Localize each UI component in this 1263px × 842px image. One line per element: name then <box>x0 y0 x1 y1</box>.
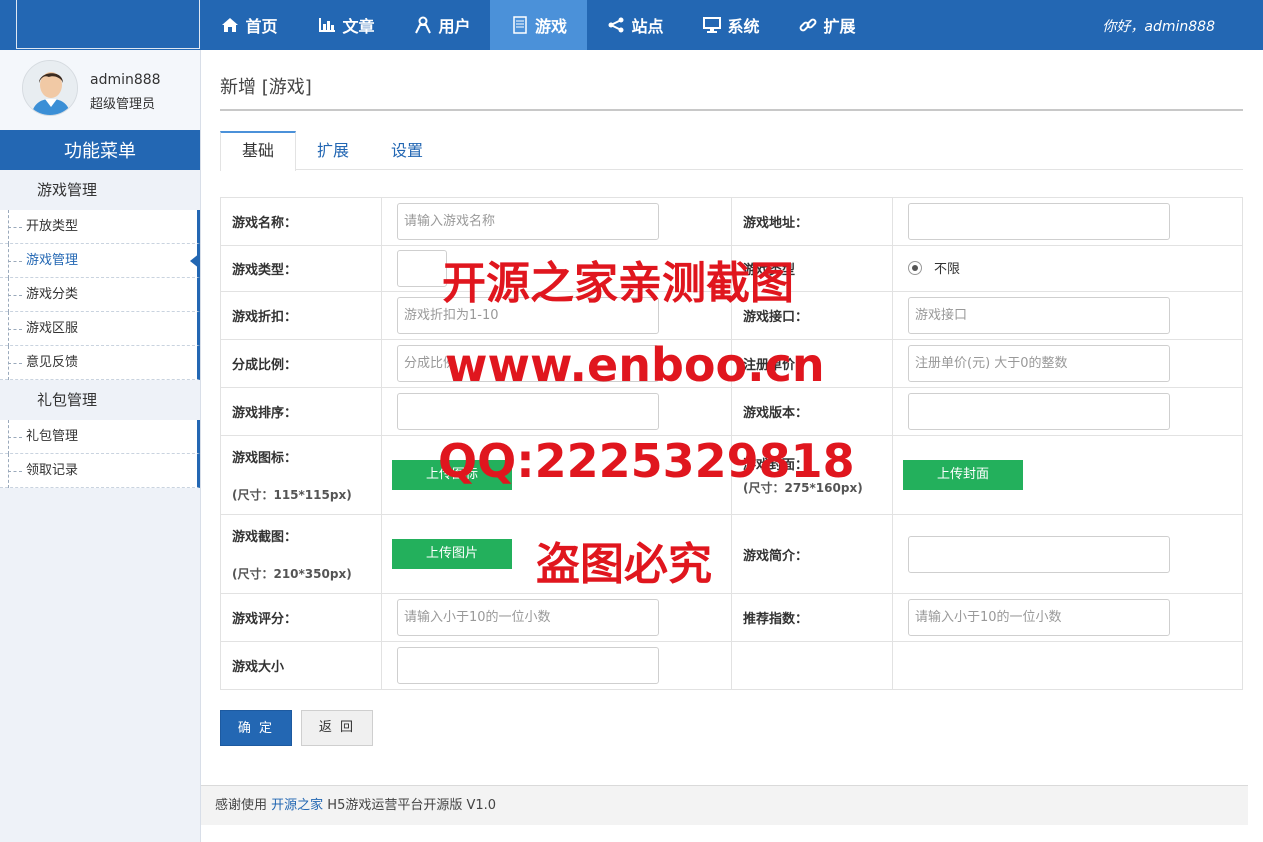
radio-label: 不限 <box>934 262 961 278</box>
page-title: 新增 [游戏] <box>220 77 312 98</box>
nav-sites[interactable]: 站点 <box>587 0 683 50</box>
share-icon <box>606 15 626 35</box>
menu-title: 功能菜单 <box>0 130 200 170</box>
size-hint: (尺寸：210*350px) <box>232 567 352 581</box>
user-icon <box>413 15 433 35</box>
nav-label: 用户 <box>438 17 471 36</box>
sidebar: admin888 超级管理员 功能菜单 游戏管理 开放类型 游戏管理 游戏分类 … <box>0 50 201 842</box>
nav-system[interactable]: 系统 <box>683 0 779 50</box>
nav-label: 首页 <box>245 17 278 36</box>
field-label: 分成比例： <box>220 339 382 388</box>
field-label: 游戏排序： <box>220 387 382 436</box>
tab-basic[interactable]: 基础 <box>220 131 297 171</box>
recommend-input[interactable]: 请输入小于10的一位小数 <box>908 599 1170 636</box>
user-greeting: 你好，admin888 <box>1102 16 1215 36</box>
sort-input[interactable] <box>397 393 659 430</box>
nav-users[interactable]: 用户 <box>394 0 490 50</box>
sidebar-item-open-type[interactable]: 开放类型 <box>0 210 200 244</box>
tab-settings[interactable]: 设置 <box>370 131 444 170</box>
main-nav: 首页 文章 用户 游戏 站点 系统 扩展 <box>200 0 875 50</box>
greeting-username[interactable]: admin888 <box>1144 19 1215 35</box>
reg-price-input[interactable]: 注册单价(元) 大于0的整数 <box>908 345 1170 382</box>
footer: 感谢使用 开源之家 H5游戏运营平台开源版 V1.0 <box>201 785 1248 825</box>
watermark-line-2: www.enboo.cn <box>445 338 825 392</box>
sidebar-item-game-server[interactable]: 游戏区服 <box>0 312 200 346</box>
footer-suffix: H5游戏运营平台开源版 V1.0 <box>323 798 497 813</box>
nav-label: 站点 <box>631 17 664 36</box>
nav-extensions[interactable]: 扩展 <box>779 0 875 50</box>
score-input[interactable]: 请输入小于10的一位小数 <box>397 599 659 636</box>
home-icon <box>220 15 240 35</box>
field-label: 游戏图标： <box>232 451 298 466</box>
top-navbar: 首页 文章 用户 游戏 站点 系统 扩展 你好，admin888 <box>0 0 1263 50</box>
field-label: 推荐指数： <box>731 593 893 642</box>
back-button[interactable]: 返 回 <box>301 710 373 746</box>
nav-label: 系统 <box>727 17 760 36</box>
game-name-input[interactable]: 请输入游戏名称 <box>397 203 659 240</box>
watermark-line-3: QQ:2225329818 <box>438 434 855 488</box>
footer-link[interactable]: 开源之家 <box>271 798 323 813</box>
nav-label: 扩展 <box>823 17 856 36</box>
field-label: 游戏截图： <box>232 530 298 545</box>
sidebar-item-gift-manage[interactable]: 礼包管理 <box>0 420 200 454</box>
size-hint: (尺寸：115*115px) <box>232 488 352 502</box>
field-label: 游戏类型： <box>220 245 382 292</box>
menu-group-games[interactable]: 游戏管理 <box>0 170 200 210</box>
radio-checked-icon <box>908 260 922 275</box>
icon-field-label: 游戏图标： (尺寸：115*115px) <box>220 435 382 515</box>
nav-home[interactable]: 首页 <box>200 0 298 50</box>
nav-articles[interactable]: 文章 <box>298 0 394 50</box>
api-input[interactable]: 游戏接口 <box>908 297 1170 334</box>
document-icon <box>510 15 530 35</box>
logo-area <box>16 0 200 49</box>
upload-cover-button[interactable]: 上传封面 <box>903 460 1023 490</box>
profile-name: admin888 <box>90 72 161 88</box>
watermark-line-1: 开源之家亲测截图 <box>442 258 794 309</box>
footer-prefix: 感谢使用 <box>215 798 272 813</box>
game-type-select[interactable] <box>397 250 447 287</box>
game-url-input[interactable] <box>908 203 1170 240</box>
form-tabs: 基础 扩展 设置 <box>220 131 1243 171</box>
sidebar-item-game-category[interactable]: 游戏分类 <box>0 278 200 312</box>
field-label: 游戏名称： <box>220 197 382 246</box>
menu-group-gifts[interactable]: 礼包管理 <box>0 380 200 420</box>
sidebar-item-claim-records[interactable]: 领取记录 <box>0 454 200 488</box>
tab-extend[interactable]: 扩展 <box>296 131 370 170</box>
nav-label: 文章 <box>342 17 375 36</box>
bar-chart-icon <box>317 15 337 35</box>
field-label: 游戏折扣： <box>220 291 382 340</box>
link-icon <box>798 15 818 35</box>
sidebar-item-label: 游戏管理 <box>26 253 79 268</box>
profile-card: admin888 超级管理员 <box>0 50 200 130</box>
unlimited-radio[interactable]: 不限 <box>908 258 960 277</box>
empty-cell <box>892 641 1243 690</box>
field-label: 游戏评分： <box>220 593 382 642</box>
version-input[interactable] <box>908 393 1170 430</box>
monitor-icon <box>702 15 722 35</box>
field-label: 游戏简介： <box>731 514 893 594</box>
watermark-line-4: 盗图必究 <box>536 539 712 590</box>
field-label: 游戏版本： <box>731 387 893 436</box>
confirm-button[interactable]: 确 定 <box>220 710 292 746</box>
field-label: 游戏大小 <box>220 641 382 690</box>
nav-games[interactable]: 游戏 <box>490 0 587 50</box>
profile-role: 超级管理员 <box>90 97 156 112</box>
screenshot-field-label: 游戏截图： (尺寸：210*350px) <box>220 514 382 594</box>
upload-screenshot-button[interactable]: 上传图片 <box>392 539 512 569</box>
empty-cell <box>731 641 893 690</box>
field-label: 游戏地址： <box>731 197 893 246</box>
avatar <box>22 60 78 116</box>
sidebar-item-feedback[interactable]: 意见反馈 <box>0 346 200 380</box>
title-divider <box>220 109 1243 111</box>
nav-label: 游戏 <box>534 17 567 36</box>
sidebar-item-game-manage[interactable]: 游戏管理 <box>0 244 200 278</box>
intro-input[interactable] <box>908 535 1170 573</box>
active-indicator-icon <box>190 253 200 269</box>
game-size-input[interactable] <box>397 647 659 684</box>
greeting-text: 你好， <box>1102 19 1145 35</box>
